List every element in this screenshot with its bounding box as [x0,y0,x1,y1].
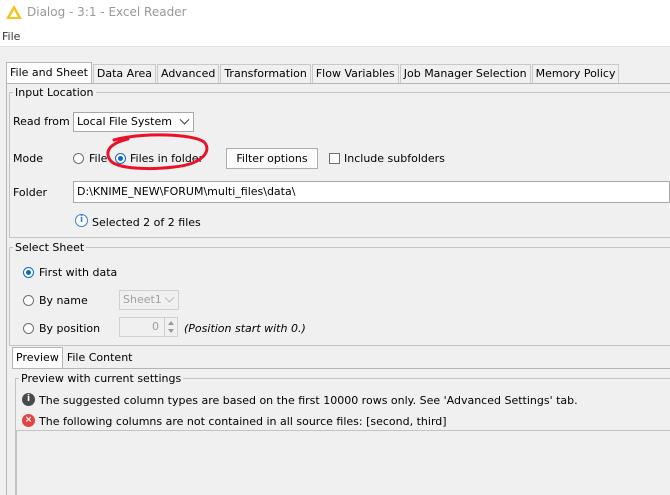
position-value: 0 [152,320,159,333]
arrow-down-icon[interactable] [168,329,174,333]
menu-file[interactable]: File [2,30,20,43]
folder-label: Folder [13,186,47,199]
first-with-data-radio[interactable] [23,267,34,278]
tab-transformation[interactable]: Transformation [220,64,311,83]
tab-memory-policy[interactable]: Memory Policy [531,64,620,83]
read-from-select[interactable]: Local File System [73,112,194,132]
preview-tabs: Preview File Content [12,347,136,368]
by-name-radio[interactable] [23,295,34,306]
by-position-label[interactable]: By position [39,322,100,335]
column-types-info: The suggested column types are based on … [39,394,578,407]
folder-input[interactable]: D:\KNIME_NEW\FORUM\multi_files\data\ [73,181,670,203]
mode-label: Mode [13,152,43,165]
position-hint: (Position start with 0.) [184,322,306,335]
input-location-legend: Input Location [15,86,94,99]
tab-advanced[interactable]: Advanced [156,64,220,83]
missing-columns-error: The following columns are not contained … [39,415,447,428]
preview-table[interactable] [16,430,670,495]
select-sheet-legend: Select Sheet [15,241,85,254]
settings-tabs: File and Sheet Data Area Advanced Transf… [6,62,620,83]
first-with-data-label[interactable]: First with data [39,266,117,279]
select-sheet-group: Select Sheet [9,241,670,346]
filter-options-button[interactable]: Filter options [226,148,318,169]
menu-bar: File [0,26,670,47]
preview-legend: Preview with current settings [21,372,182,385]
tab-flow-variables[interactable]: Flow Variables [311,64,399,83]
chevron-down-icon [179,114,190,125]
tab-file-and-sheet[interactable]: File and Sheet [6,62,92,83]
info-icon: i [75,214,88,227]
chevron-down-icon [164,292,175,303]
arrow-up-icon[interactable] [168,321,174,325]
window-title: Dialog - 3:1 - Excel Reader [27,5,187,19]
include-subfolders-checkbox[interactable] [329,153,340,164]
tab-preview[interactable]: Preview [12,347,63,368]
knime-logo-icon [6,5,22,19]
read-from-value: Local File System [77,115,172,128]
annotation-circle [106,133,209,171]
by-position-radio[interactable] [23,323,34,334]
info-icon: i [22,393,35,406]
position-stepper-buttons[interactable] [164,318,178,336]
error-icon: × [22,414,35,427]
by-name-label[interactable]: By name [39,294,88,307]
selected-files-info: Selected 2 of 2 files [92,216,201,229]
sheet-name-select[interactable]: Sheet1 [119,290,179,310]
tab-file-content[interactable]: File Content [64,349,136,367]
mode-file-radio[interactable] [73,153,84,164]
sheet-name-value: Sheet1 [123,293,162,306]
tab-job-manager-selection[interactable]: Job Manager Selection [399,64,531,83]
title-bar: Dialog - 3:1 - Excel Reader [0,0,670,26]
include-subfolders-label[interactable]: Include subfolders [344,152,445,165]
tab-data-area[interactable]: Data Area [92,64,156,83]
read-from-label: Read from [13,115,70,128]
